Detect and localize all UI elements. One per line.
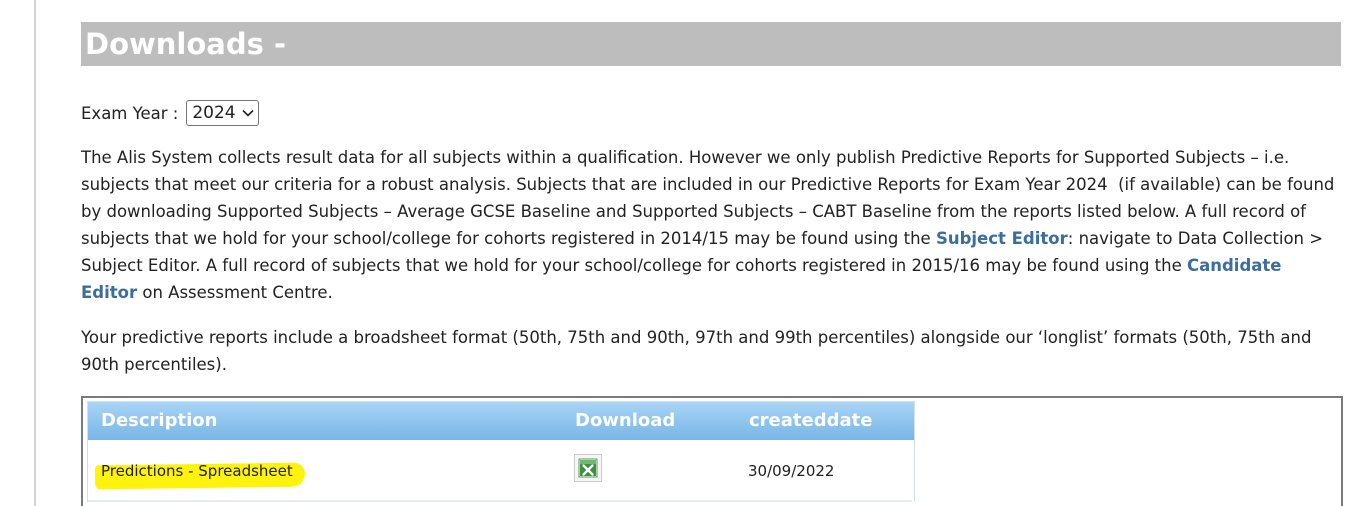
row-createddate: 30/09/2022: [748, 462, 835, 480]
column-header-download: Download: [575, 410, 676, 431]
table-header: Description Download createddate: [88, 402, 914, 440]
excel-file-icon: [578, 458, 598, 478]
exam-year-value: 2024: [192, 103, 236, 123]
downloads-table: Description Download createddate Predict…: [87, 401, 915, 502]
subject-editor-link[interactable]: Subject Editor: [936, 229, 1068, 248]
percentiles-paragraph: Your predictive reports include a broads…: [81, 328, 1312, 374]
intro-text-part3: on Assessment Centre.: [137, 283, 333, 302]
column-header-description: Description: [101, 410, 218, 431]
row-description: Predictions - Spreadsheet: [101, 462, 293, 480]
page-title: Downloads -: [85, 27, 287, 61]
chevron-down-icon: [242, 109, 254, 117]
exam-year-select[interactable]: 2024: [186, 100, 259, 126]
downloads-table-frame: Description Download createddate Predict…: [81, 396, 1343, 506]
page-title-bar: Downloads -: [81, 22, 1341, 66]
intro-paragraph: The Alis System collects result data for…: [81, 144, 1341, 306]
left-border-rule: [34, 0, 36, 506]
page: Downloads - Exam Year : 2024 The Alis Sy…: [0, 0, 1364, 506]
exam-year-row: Exam Year : 2024: [81, 100, 259, 126]
table-row: Predictions - Spreadsheet 30/09/2022: [88, 440, 914, 502]
excel-download-icon[interactable]: [574, 454, 602, 482]
column-header-createddate: createddate: [749, 410, 873, 431]
exam-year-label: Exam Year :: [81, 103, 179, 123]
row-divider: [88, 500, 912, 502]
row-description-cell: Predictions - Spreadsheet: [94, 462, 306, 490]
